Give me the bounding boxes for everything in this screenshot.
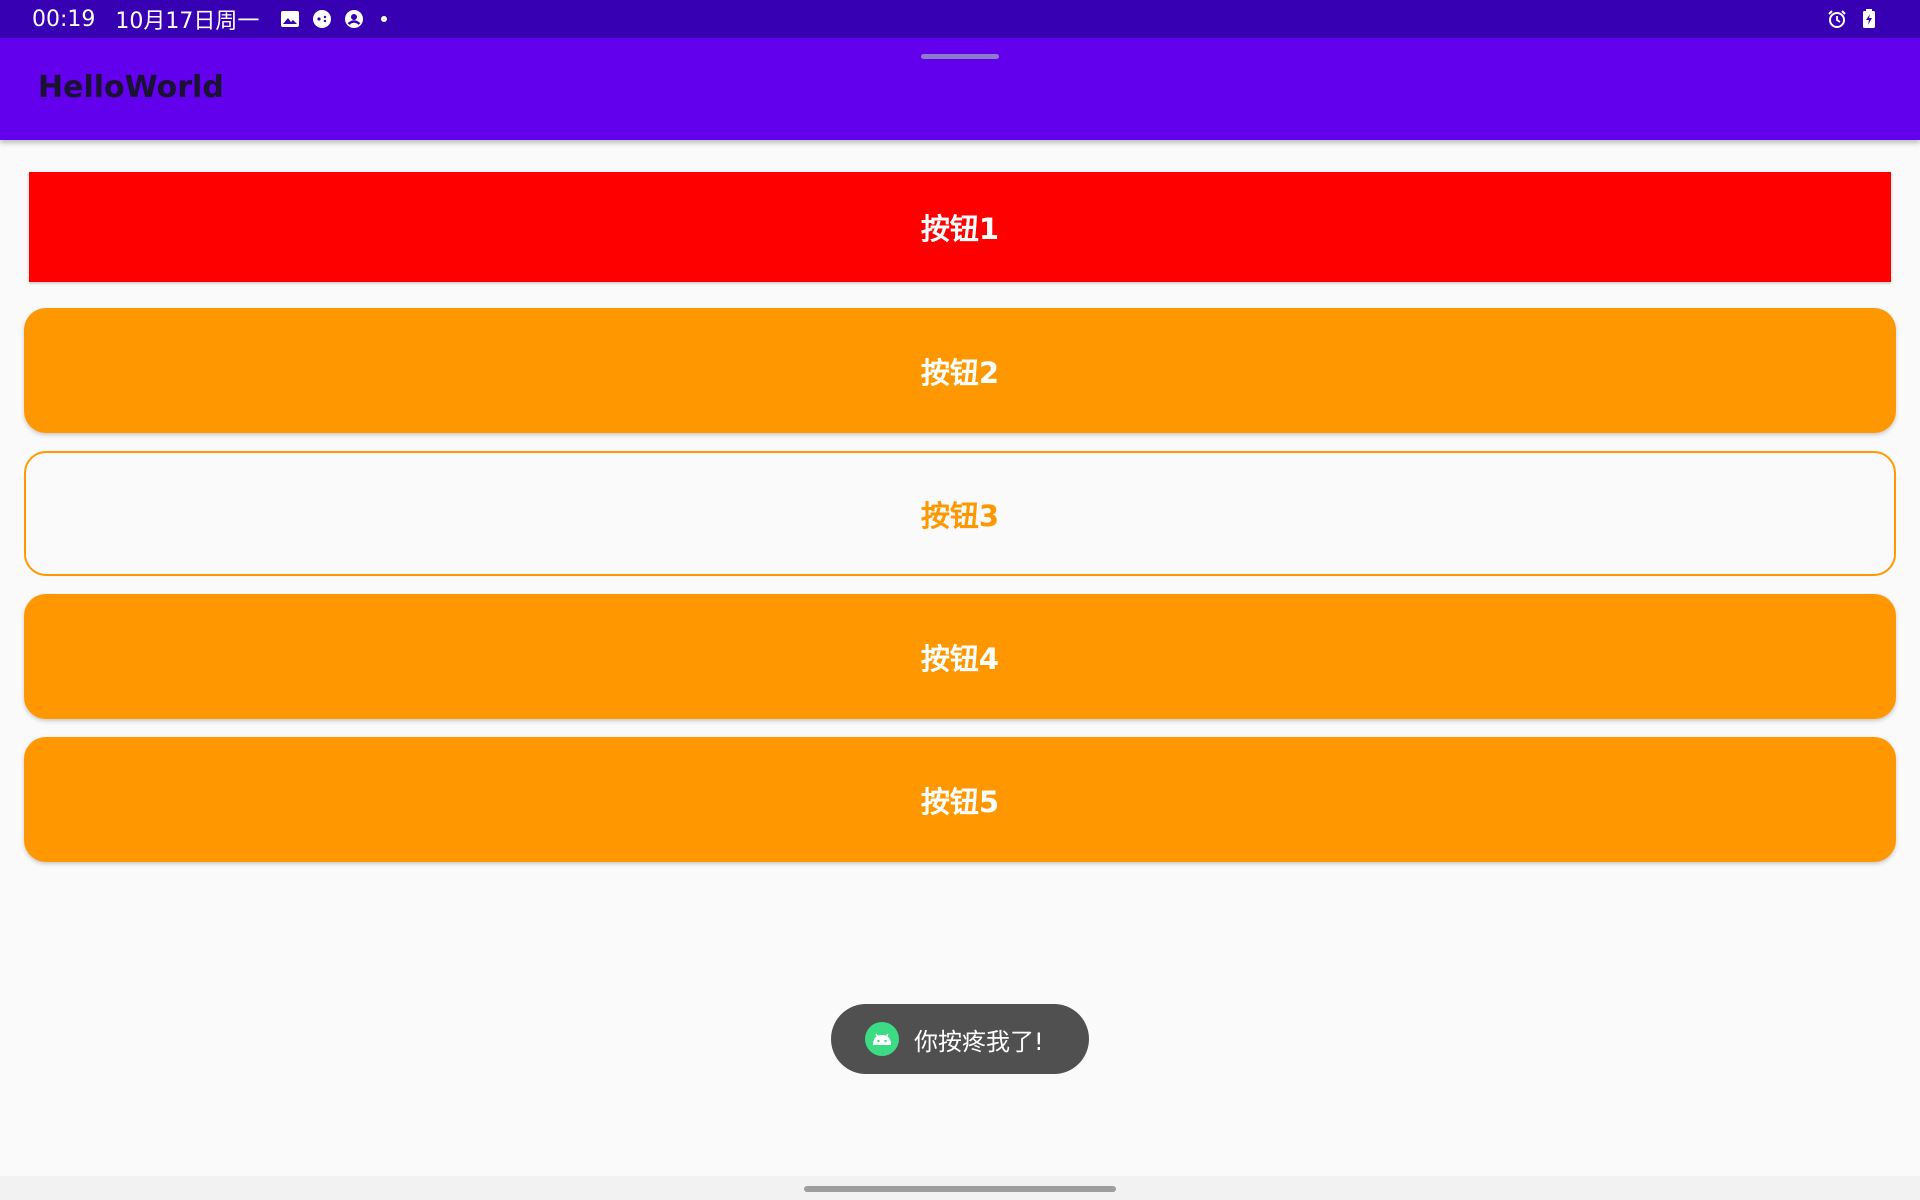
button-2[interactable]: 按钮2	[24, 308, 1896, 433]
status-time: 00:19	[32, 6, 96, 32]
status-date: 10月17日周一	[115, 9, 260, 34]
home-indicator[interactable]	[804, 1186, 1116, 1192]
drag-handle[interactable]	[921, 54, 999, 59]
app-bar: HelloWorld	[0, 38, 1920, 140]
account-icon	[343, 8, 365, 30]
app-title: HelloWorld	[38, 70, 224, 105]
battery-icon	[1858, 8, 1880, 30]
button-4[interactable]: 按钮4	[24, 594, 1896, 719]
toast: 你按疼我了!	[831, 1004, 1089, 1074]
alarm-icon	[1826, 8, 1848, 30]
button-5[interactable]: 按钮5	[24, 737, 1896, 862]
status-right-icons	[1826, 8, 1890, 30]
status-bar: 00:19 10月17日周一	[0, 0, 1920, 38]
android-icon	[865, 1022, 899, 1056]
button-1[interactable]: 按钮1	[29, 172, 1891, 282]
navigation-bar	[0, 1176, 1920, 1200]
game-controller-icon	[311, 8, 333, 30]
image-icon	[279, 8, 301, 30]
toast-message: 你按疼我了!	[914, 1027, 1044, 1056]
notification-dot-icon	[381, 16, 388, 22]
button-3[interactable]: 按钮3	[24, 451, 1896, 576]
